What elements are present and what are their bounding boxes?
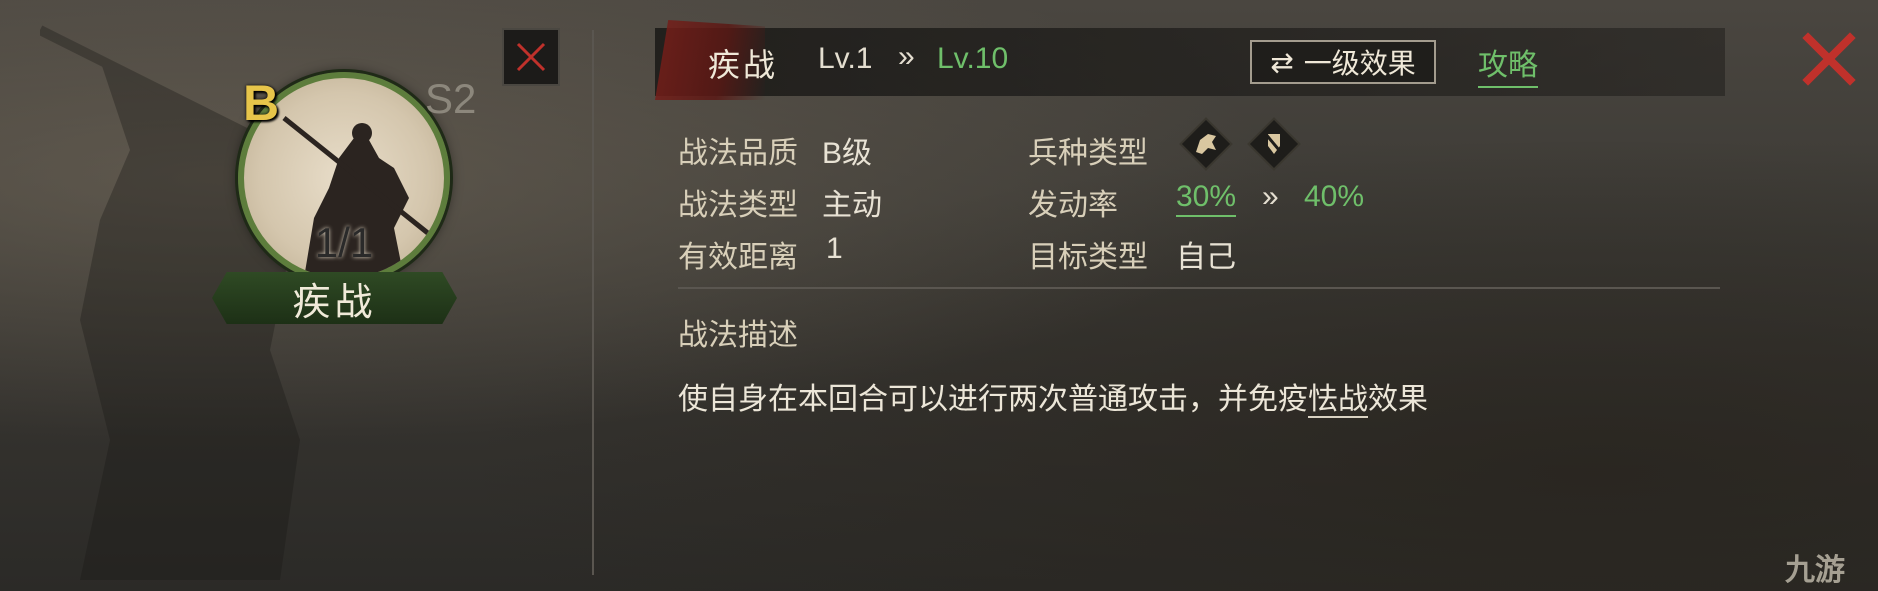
range-value: 1 <box>826 232 843 265</box>
max-level: Lv.10 <box>937 42 1009 75</box>
skill-title: 疾战 <box>708 47 779 83</box>
close-button[interactable] <box>1800 30 1858 88</box>
trigger-rate-max: 40% <box>1304 180 1365 213</box>
trigger-rate-label: 发动率 <box>1028 189 1118 222</box>
watermark-logo: 九游 <box>1785 554 1845 587</box>
troop-type-label: 兵种类型 <box>1028 137 1148 170</box>
skill-name: 疾战 <box>292 281 377 324</box>
effect-button-label: 一级效果 <box>1303 48 1416 79</box>
vertical-divider <box>592 30 594 575</box>
skill-level-count: 1/1 <box>314 219 374 266</box>
description-text-before: 使自身在本回合可以进行两次普通攻击，并免疫 <box>678 383 1308 416</box>
close-icon <box>516 42 546 72</box>
horizontal-divider <box>678 287 1720 289</box>
swap-icon: ⇄ <box>1270 46 1294 78</box>
trigger-rate-current[interactable]: 30% <box>1176 180 1237 217</box>
range-label: 有效距离 <box>678 241 798 274</box>
type-label: 战法类型 <box>678 189 798 222</box>
quality-label: 战法品质 <box>678 137 798 170</box>
current-level: Lv.1 <box>818 42 873 75</box>
skill-name-banner: 疾战 <box>212 272 457 324</box>
season-label: S2 <box>425 75 477 122</box>
skill-header-bar <box>655 28 1725 96</box>
description-text: 使自身在本回合可以进行两次普通攻击，并免疫怯战效果 <box>678 374 1428 418</box>
target-type-value: 自己 <box>1176 241 1236 274</box>
skill-grade-badge: B <box>243 75 280 131</box>
type-value: 主动 <box>822 189 882 222</box>
description-text-after: 效果 <box>1368 383 1428 416</box>
quality-value: B级 <box>822 137 873 170</box>
close-icon <box>1802 32 1856 86</box>
level-arrow-icon: » <box>898 40 915 73</box>
description-title: 战法描述 <box>678 319 798 352</box>
target-type-label: 目标类型 <box>1028 241 1148 274</box>
cavalry-icon <box>1179 117 1233 171</box>
rate-arrow-icon: » <box>1262 180 1279 213</box>
remove-skill-button[interactable] <box>502 28 560 86</box>
level-effect-toggle-button[interactable]: ⇄ 一级效果 <box>1250 40 1436 84</box>
description-keyword-link[interactable]: 怯战 <box>1308 383 1368 418</box>
shield-icon <box>1247 117 1301 171</box>
guide-link[interactable]: 攻略 <box>1478 40 1538 88</box>
